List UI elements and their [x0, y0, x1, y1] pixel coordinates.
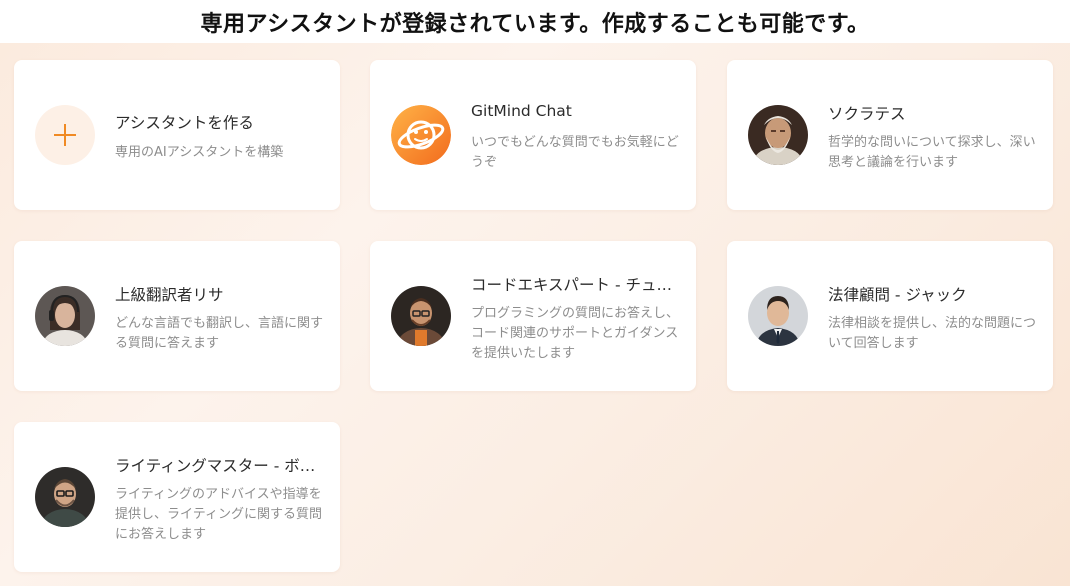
- assistant-title: GitMind Chat: [471, 102, 572, 120]
- assistant-desc: ライティングのアドバイスや指導を提供し、ライティングに関する質問にお答えします: [115, 487, 322, 542]
- assistant-title: ライティングマスター - ボ…: [115, 457, 316, 475]
- assistant-card-gitmind[interactable]: GitMind Chat いつでもどんな質問でもお気軽にどうぞ: [370, 60, 696, 210]
- assistant-desc: 法律相談を提供し、法的な問題について回答します: [828, 316, 1037, 351]
- jack-avatar: [748, 286, 808, 346]
- assistant-title: コードエキスパート - チュ…: [471, 276, 672, 294]
- socrates-avatar: [748, 105, 808, 165]
- assistant-card-code-expert[interactable]: コードエキスパート - チュ… プログラミングの質問にお答えし、コード関連のサポ…: [370, 241, 696, 391]
- create-assistant-desc: 専用のAIアシスタントを構築: [115, 145, 284, 160]
- gitmind-logo-icon: [391, 105, 451, 165]
- assistant-desc: プログラミングの質問にお答えし、コード関連のサポートとガイダンスを提供いたします: [471, 306, 680, 361]
- writing-master-avatar: [35, 467, 95, 527]
- assistant-title: ソクラテス: [828, 105, 906, 123]
- assistant-title: 上級翻訳者リサ: [115, 286, 224, 304]
- banner-text: 専用アシスタントが登録されています。作成することも可能です。: [200, 11, 870, 37]
- assistant-desc: いつでもどんな質問でもお気軽にどうぞ: [471, 135, 679, 170]
- create-assistant-card[interactable]: アシスタントを作る 専用のAIアシスタントを構築: [14, 60, 340, 210]
- lisa-avatar: [35, 286, 95, 346]
- assistant-desc: 哲学的な問いについて探求し、深い思考と議論を行います: [828, 135, 1036, 170]
- assistant-card-lisa[interactable]: 上級翻訳者リサ どんな言語でも翻訳し、言語に関する質問に答えます: [14, 241, 340, 391]
- assistant-title: 法律顧問 - ジャック: [828, 286, 967, 304]
- plus-icon: [35, 105, 95, 165]
- assistant-card-socrates[interactable]: ソクラテス 哲学的な問いについて探求し、深い思考と議論を行います: [727, 60, 1053, 210]
- code-expert-avatar: [391, 286, 451, 346]
- assistant-card-jack[interactable]: 法律顧問 - ジャック 法律相談を提供し、法的な問題について回答します: [727, 241, 1053, 391]
- create-assistant-title: アシスタントを作る: [115, 114, 254, 132]
- assistant-card-writing-master[interactable]: ライティングマスター - ボ… ライティングのアドバイスや指導を提供し、ライティ…: [14, 422, 340, 572]
- assistant-desc: どんな言語でも翻訳し、言語に関する質問に答えます: [115, 316, 324, 351]
- header-banner: 専用アシスタントが登録されています。作成することも可能です。: [0, 0, 1070, 43]
